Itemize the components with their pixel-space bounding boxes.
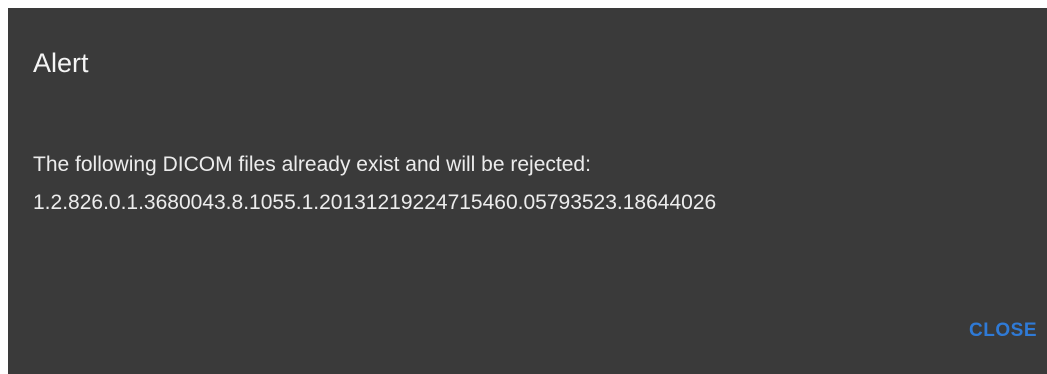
rejected-file-uid: 1.2.826.0.1.3680043.8.1055.1.20131219224… [33,191,717,214]
dialog-title: Alert [33,48,89,78]
dialog-message: The following DICOM files already exist … [33,146,1033,222]
close-button[interactable]: CLOSE [969,316,1037,346]
dialog-actions: CLOSE [969,316,1037,346]
dialog-message-text: The following DICOM files already exist … [33,153,591,176]
alert-dialog: Alert The following DICOM files already … [8,8,1047,374]
